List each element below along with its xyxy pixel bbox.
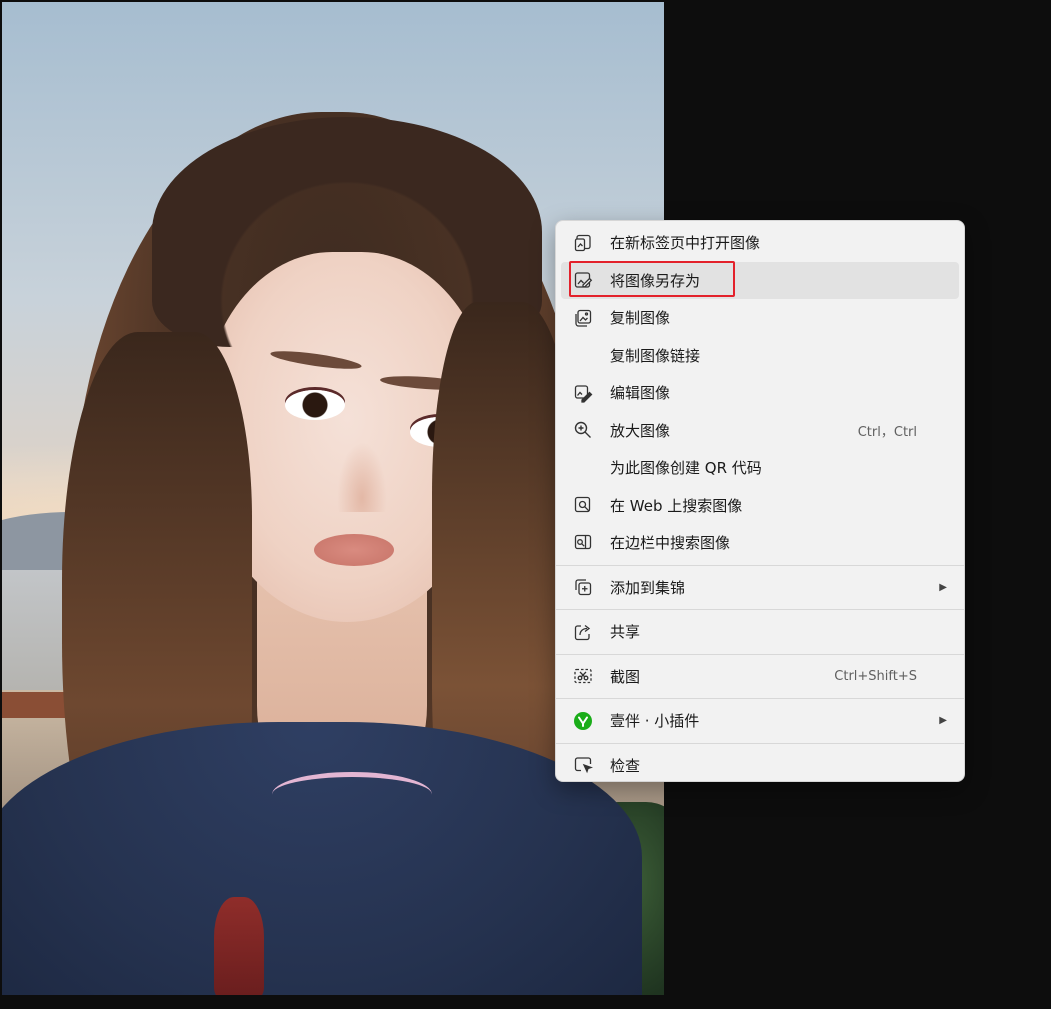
photo-left-eye bbox=[285, 390, 345, 420]
web-search-image-icon bbox=[572, 494, 594, 516]
photo-collar bbox=[272, 772, 432, 817]
yiban-plugin-icon bbox=[572, 710, 594, 732]
open-new-tab-icon bbox=[572, 232, 594, 254]
menu-item-label: 编辑图像 bbox=[610, 384, 671, 403]
menu-item-label: 在 Web 上搜索图像 bbox=[610, 496, 743, 515]
menu-item-copy-image[interactable]: 复制图像 bbox=[561, 299, 959, 337]
share-icon bbox=[572, 621, 594, 643]
menu-item-label: 在边栏中搜索图像 bbox=[610, 534, 731, 553]
sidebar-search-image-icon bbox=[572, 532, 594, 554]
menu-item-shortcut: Ctrl，Ctrl bbox=[857, 424, 917, 440]
photo-tassel bbox=[214, 897, 264, 995]
menu-item-open-in-new-tab[interactable]: 在新标签页中打开图像 bbox=[561, 224, 959, 262]
menu-item-zoom-image[interactable]: 放大图像 Ctrl，Ctrl bbox=[561, 412, 959, 450]
menu-item-yiban-plugin[interactable]: 壹伴 · 小插件 ▶ bbox=[561, 702, 959, 740]
edit-image-icon bbox=[572, 382, 594, 404]
inspect-icon bbox=[572, 754, 594, 776]
menu-item-label: 共享 bbox=[610, 623, 641, 642]
menu-separator bbox=[556, 564, 964, 566]
menu-item-save-image-as[interactable]: 将图像另存为 bbox=[561, 261, 959, 299]
menu-item-share[interactable]: 共享 bbox=[561, 613, 959, 651]
menu-item-edit-image[interactable]: 编辑图像 bbox=[561, 374, 959, 412]
menu-item-add-to-collections[interactable]: 添加到集锦 ▶ bbox=[561, 569, 959, 607]
menu-separator bbox=[556, 653, 964, 655]
menu-item-label: 检查 bbox=[610, 756, 641, 775]
context-menu: 在新标签页中打开图像 将图像另存为 复制图像 复制图像链接 编辑图像 放大图像 … bbox=[555, 220, 965, 782]
menu-separator bbox=[556, 698, 964, 699]
menu-item-copy-image-link[interactable]: 复制图像链接 bbox=[561, 337, 959, 375]
save-image-icon bbox=[572, 269, 594, 291]
menu-item-label: 截图 bbox=[610, 667, 641, 686]
screenshot-icon bbox=[572, 665, 594, 687]
menu-item-search-image-web[interactable]: 在 Web 上搜索图像 bbox=[561, 487, 959, 525]
photo-nose bbox=[337, 442, 387, 512]
menu-separator bbox=[556, 609, 964, 610]
menu-item-search-image-sidebar[interactable]: 在边栏中搜索图像 bbox=[561, 524, 959, 562]
photo-lips bbox=[314, 534, 394, 566]
menu-item-screenshot[interactable]: 截图 Ctrl+Shift+S bbox=[561, 658, 959, 696]
collections-icon bbox=[572, 576, 594, 598]
menu-item-shortcut: Ctrl+Shift+S bbox=[834, 668, 917, 684]
menu-item-label: 将图像另存为 bbox=[610, 271, 701, 290]
menu-item-label: 在新标签页中打开图像 bbox=[610, 234, 761, 253]
menu-item-label: 壹伴 · 小插件 bbox=[610, 712, 700, 731]
menu-item-label: 复制图像链接 bbox=[610, 346, 701, 365]
menu-item-label: 放大图像 bbox=[610, 421, 671, 440]
menu-item-label: 复制图像 bbox=[610, 309, 671, 328]
menu-item-inspect[interactable]: 检查 bbox=[561, 747, 959, 785]
menu-item-label: 添加到集锦 bbox=[610, 578, 686, 597]
menu-item-create-qr-code[interactable]: 为此图像创建 QR 代码 bbox=[561, 449, 959, 487]
photo-shirt bbox=[2, 722, 642, 995]
zoom-in-icon bbox=[572, 419, 594, 441]
submenu-arrow-icon: ▶ bbox=[939, 715, 947, 727]
menu-separator bbox=[556, 742, 964, 744]
menu-item-label: 为此图像创建 QR 代码 bbox=[610, 459, 762, 478]
submenu-arrow-icon: ▶ bbox=[939, 581, 947, 593]
copy-image-icon bbox=[572, 307, 594, 329]
